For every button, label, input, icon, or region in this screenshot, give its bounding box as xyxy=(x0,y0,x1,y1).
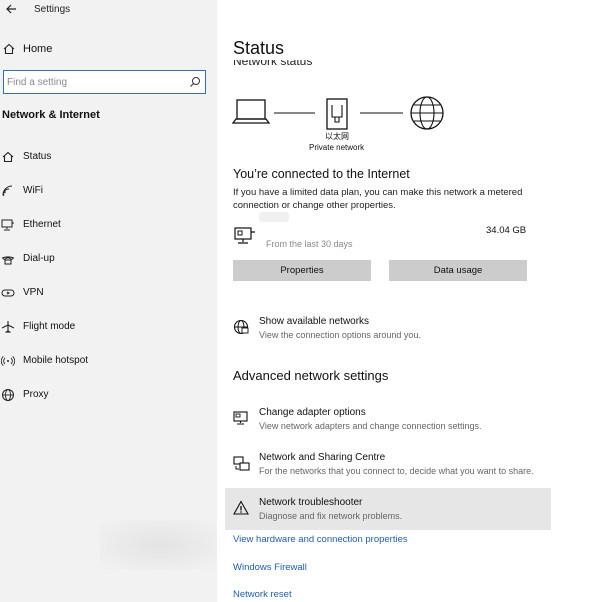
globe-icon xyxy=(233,319,249,335)
network-status-heading-text: Network status xyxy=(233,60,313,68)
advanced-settings-heading: Advanced network settings xyxy=(233,368,389,383)
wifi-icon xyxy=(2,185,13,196)
dial-up-icon xyxy=(1,256,15,265)
change-adapter-description: View network adapters and change connect… xyxy=(259,421,482,431)
network-troubleshooter[interactable]: Network troubleshooter Diagnose and fix … xyxy=(233,497,549,527)
ethernet-adapter-icon xyxy=(326,98,348,130)
sidebar-item-label: Ethernet xyxy=(23,219,61,230)
search-box[interactable] xyxy=(3,70,206,94)
home-icon xyxy=(3,43,15,55)
airplane-icon xyxy=(1,321,15,333)
sidebar-item-vpn[interactable]: VPN xyxy=(0,281,217,305)
network-status-heading: Network status xyxy=(233,60,433,70)
sharing-centre-icon xyxy=(233,456,250,471)
network-diagram: 以太网 Private network xyxy=(217,88,600,158)
sidebar-item-label: Mobile hotspot xyxy=(23,355,89,366)
usage-amount: 34.04 GB xyxy=(486,225,527,236)
hardware-properties-link[interactable]: View hardware and connection properties xyxy=(233,534,408,545)
change-adapter-title: Change adapter options xyxy=(259,407,366,418)
globe-icon xyxy=(2,389,14,401)
show-networks-title: Show available networks xyxy=(259,316,370,327)
network-type-label: Private network xyxy=(309,143,365,152)
internet-globe-icon xyxy=(410,96,444,130)
section-title: Network & Internet xyxy=(2,109,100,121)
sidebar-item-label: Status xyxy=(23,151,52,162)
show-networks-description: View the connection options around you. xyxy=(259,330,421,340)
sidebar-item-mobile-hotspot[interactable]: Mobile hotspot xyxy=(0,349,217,373)
sidebar-item-proxy[interactable]: Proxy xyxy=(0,383,217,407)
change-adapter-options[interactable]: Change adapter options View network adap… xyxy=(233,407,549,437)
watermark xyxy=(100,520,220,570)
sidebar-item-label: Proxy xyxy=(23,389,49,400)
connection-status-description: If you have a limited data plan, you can… xyxy=(233,187,523,211)
home-status-icon xyxy=(2,151,14,163)
hotspot-icon xyxy=(1,355,15,367)
search-icon[interactable] xyxy=(189,76,201,88)
back-arrow-icon[interactable] xyxy=(4,2,18,16)
network-and-sharing-centre[interactable]: Network and Sharing Centre For the netwo… xyxy=(233,452,549,482)
page-title: Status xyxy=(233,38,285,58)
show-available-networks[interactable]: Show available networks View the connect… xyxy=(233,316,549,346)
sidebar-item-flight-mode[interactable]: Flight mode xyxy=(0,315,217,339)
search-input[interactable] xyxy=(7,74,183,90)
main-content: Status Network status 以太网 Private networ… xyxy=(217,0,600,602)
sidebar-item-label: Flight mode xyxy=(23,321,76,332)
sidebar: Settings Home Network & Internet Status … xyxy=(0,0,220,602)
properties-button[interactable]: Properties xyxy=(233,260,371,281)
sidebar-item-label: VPN xyxy=(23,287,44,298)
blurred-network-name xyxy=(259,212,289,222)
troubleshooter-description: Diagnose and fix network problems. xyxy=(259,511,403,521)
sidebar-item-label: WiFi xyxy=(23,185,43,196)
windows-firewall-link[interactable]: Windows Firewall xyxy=(233,562,307,573)
monitor-icon xyxy=(233,411,248,425)
laptop-icon xyxy=(231,99,271,124)
troubleshooter-title: Network troubleshooter xyxy=(259,497,363,508)
sidebar-item-ethernet[interactable]: Ethernet xyxy=(0,213,217,237)
ethernet-usage-icon xyxy=(234,227,255,244)
connection-status-title: You’re connected to the Internet xyxy=(233,167,410,181)
home-link[interactable]: Home xyxy=(0,38,217,60)
sidebar-item-label: Dial-up xyxy=(23,253,55,264)
sharing-centre-title: Network and Sharing Centre xyxy=(259,452,386,463)
title-bar: Settings xyxy=(0,0,217,20)
ethernet-icon xyxy=(1,219,14,231)
data-usage-button[interactable]: Data usage xyxy=(389,260,527,281)
vpn-icon xyxy=(1,289,15,297)
sidebar-item-status[interactable]: Status xyxy=(0,145,217,169)
warning-icon xyxy=(233,500,249,515)
network-diagram-graphic xyxy=(231,96,444,130)
usage-period: From the last 30 days xyxy=(266,239,353,249)
sidebar-item-wifi[interactable]: WiFi xyxy=(0,179,217,203)
sharing-centre-description: For the networks that you connect to, de… xyxy=(259,466,534,476)
window-title: Settings xyxy=(34,4,71,15)
home-label: Home xyxy=(23,43,53,55)
adapter-label: 以太网 xyxy=(325,132,349,141)
sidebar-item-dial-up[interactable]: Dial-up xyxy=(0,247,217,271)
network-reset-link[interactable]: Network reset xyxy=(233,589,292,600)
